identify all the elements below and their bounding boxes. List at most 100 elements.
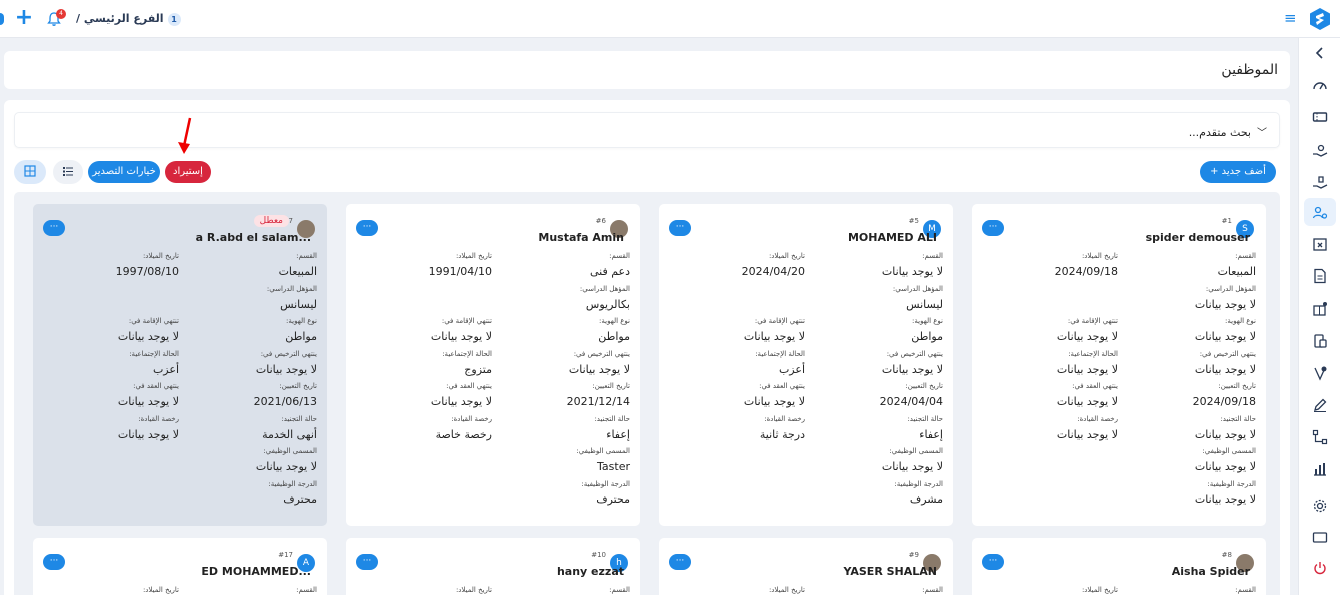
card-menu-button[interactable]: ··· [356,554,378,570]
employee-card[interactable]: ··· M #5 MOHAMED ALI القسم: لا يوجد بيانات تار… [659,204,953,526]
power-icon[interactable] [1311,559,1329,577]
card-menu-button[interactable]: ··· [356,220,378,236]
dashboard-icon[interactable] [1311,77,1329,95]
payment-icon[interactable] [1311,173,1329,191]
employee-name[interactable]: hany ezzat [557,565,624,578]
badge-check-icon[interactable] [1311,364,1329,382]
employee-card[interactable]: ···#7معطلa R.abd el salam...القسم:المبيع… [33,204,327,526]
employee-name[interactable]: ED MOHAMMED... [201,565,311,578]
monitor-icon[interactable] [1311,529,1329,547]
field-value: 2024/04/20 [741,265,805,278]
field-label: تنتهي الإقامة في: [128,317,179,325]
export-options-button[interactable]: خيارات التصدير [88,161,160,183]
field: الدرجة الوظيفية: لا يوجد بيانات [1118,480,1256,506]
field: تنتهي الإقامة في: لا يوجد بيانات [667,317,805,343]
field-label: ينتهي العقد في: [446,382,492,390]
document-icon[interactable] [1311,267,1329,285]
card-menu-button[interactable]: ··· [669,554,691,570]
employee-name[interactable]: YASER SHALAN [843,565,937,578]
field-label: حالة التجنيد: [1220,414,1256,423]
field: الحالة الإجتماعية: أعزب [667,350,805,376]
field: ينتهي العقد في: لا يوجد بيانات [41,382,179,408]
field-label: تاريخ الميلاد: [1081,586,1118,594]
field: تاريخ الميلاد: 1997/08/10 [41,252,179,278]
field-value: مواطن [598,330,630,343]
advanced-search[interactable]: ﹀ بحث متقدم... [14,112,1280,148]
card-menu-button[interactable]: ··· [43,220,65,236]
field: المؤهل الدراسي: بكالريوس [492,285,630,311]
bar-chart-icon[interactable] [1311,460,1329,478]
field-label: تاريخ التعيين: [1218,382,1256,390]
field-value: لا يوجد بيانات [117,427,179,441]
field-value: دعم فنى [589,265,630,278]
field-label: الدرجة الوظيفية: [1207,479,1256,488]
employee-card[interactable]: ··· #9 YASER SHALAN القسم: تاريخ الميلاد: [659,538,953,595]
card-menu-button[interactable]: ··· [982,554,1004,570]
menu-icon[interactable]: ≡ [1284,11,1298,26]
field-value: متزوج [464,362,492,376]
add-icon[interactable]: + [14,7,34,29]
employee-card[interactable]: ··· #6 Mustafa Amin القسم: دعم فنى تاريخ المي… [346,204,640,526]
collapse-handle[interactable] [0,13,4,25]
field-label: نوع الهوية: [599,317,630,325]
employee-card[interactable]: ··· h #10 hany ezzat القسم: تاريخ الميلاد: [346,538,640,595]
employee-card[interactable]: ··· A #17 ED MOHAMMED... القسم: تاريخ الميلاد… [33,538,327,595]
field: تنتهي الإقامة في: لا يوجد بيانات [41,317,179,343]
employee-name[interactable]: a R.abd el salam... [196,231,311,244]
chevron-left-icon[interactable] [1311,44,1329,62]
card-menu-button[interactable]: ··· [982,220,1004,236]
apps-plus-icon[interactable] [1311,300,1329,318]
field-value: أعزب [778,362,805,376]
employee-number: #8 [1221,551,1232,559]
employee-name[interactable]: Aisha Spider [1172,565,1250,578]
card-menu-button[interactable]: ··· [43,554,65,570]
field-value: لا يوجد بيانات [881,265,943,278]
add-new-button[interactable]: + أضف جديد [1200,161,1276,183]
field-label: رخصة القيادة: [451,414,492,423]
field-row: الدرجة الوظيفية: لا يوجد بيانات [980,480,1256,513]
hierarchy-icon[interactable] [1311,428,1329,446]
field-value: لا يوجد بيانات [1056,427,1118,441]
hand-money-icon[interactable] [1311,141,1329,159]
field: نوع الهوية: مواطن [179,317,317,343]
field-value: لا يوجد بيانات [881,362,943,376]
branch-selector[interactable]: 1الفرع الرئيسي / [76,12,181,26]
employee-name[interactable]: spider demouser [1146,231,1250,244]
grid-view-button[interactable] [14,160,46,184]
field-row: ينتهي الترخيص في: لا يوجد بيانات الحالة ال… [354,350,630,383]
employee-card[interactable]: ··· #8 Aisha Spider القسم: تاريخ الميلاد: [972,538,1266,595]
field-label: القسم: [609,586,630,594]
list-view-button[interactable] [53,160,83,184]
field: الدرجة الوظيفية: محترف [179,480,317,506]
field-label: تاريخ الميلاد: [455,252,492,260]
employee-name[interactable]: Mustafa Amin [538,231,624,244]
field: حالة التجنيد: إعفاء [492,415,630,441]
ticket-icon[interactable] [1311,108,1329,126]
pen-icon[interactable] [1311,396,1329,414]
field-label: القسم: [296,252,317,260]
app-logo[interactable] [1308,7,1332,31]
import-button[interactable]: إستيراد [165,161,211,183]
field-value: لا يوجد بيانات [568,362,630,376]
devices-icon[interactable] [1311,332,1329,350]
employee-name[interactable]: MOHAMED ALI [848,231,937,244]
gear-icon[interactable] [1311,497,1329,515]
calendar-x-icon[interactable] [1311,235,1329,253]
users-settings-icon[interactable] [1311,204,1329,222]
field-value: المبيعات [278,265,317,278]
field-value: محترف [596,492,630,506]
card-menu-button[interactable]: ··· [669,220,691,236]
field-label: الحالة الإجتماعية: [1068,349,1118,358]
employee-card[interactable]: ··· S #1 spider demouser القسم: المبيعات تاريخ… [972,204,1266,526]
field: القسم: دعم فنى [492,252,630,278]
branch-label: الفرع الرئيسي / [76,12,164,25]
field-label: تاريخ التعيين: [592,382,630,390]
field-value: 1991/04/10 [428,265,492,278]
field-value: رخصة خاصة [435,427,492,441]
field-row: المسمى الوظيفي: لا يوجد بيانات [41,447,317,480]
field-label: المؤهل الدراسي: [892,284,943,293]
advanced-search-toggle[interactable]: ﹀ بحث متقدم... [1189,124,1267,139]
field-row: حالة التجنيد: لا يوجد بيانات رخصة القيادة:… [980,415,1256,448]
red-arrow-annotation [178,117,192,154]
field-label: الدرجة الوظيفية: [894,479,943,488]
